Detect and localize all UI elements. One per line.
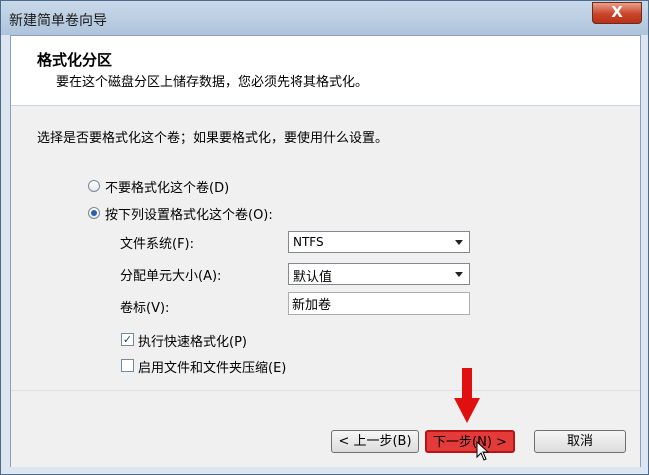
volume-label-input[interactable] [288, 292, 470, 315]
wizard-body: 选择是否要格式化这个卷；如果要格式化，要使用什么设置。 不要格式化这个卷(D) … [11, 106, 640, 390]
mouse-pointer-icon [476, 441, 490, 461]
wizard-content: 格式化分区 要在这个磁盘分区上储存数据，您必须先将其格式化。 选择是否要格式化这… [10, 35, 641, 467]
page-title: 格式化分区 [37, 51, 113, 69]
wizard-window: 新建简单卷向导 X 格式化分区 要在这个磁盘分区上储存数据，您必须先将其格式化。… [0, 0, 649, 475]
allocation-unit-value: 默认值 [293, 270, 333, 285]
close-icon: X [611, 3, 623, 21]
file-system-select[interactable]: NTFS [288, 231, 470, 253]
title-bar: 新建简单卷向导 X [1, 1, 648, 35]
window-title: 新建简单卷向导 [9, 13, 107, 29]
quick-format-checkbox[interactable]: ✓ [121, 333, 134, 346]
page-subtitle: 要在这个磁盘分区上储存数据，您必须先将其格式化。 [56, 75, 369, 90]
format-label[interactable]: 按下列设置格式化这个卷(O): [105, 204, 273, 223]
volume-label-label: 卷标(V): [120, 301, 170, 316]
allocation-unit-select[interactable]: 默认值 [288, 263, 470, 285]
red-arrow-down-icon [454, 368, 480, 423]
no-format-label[interactable]: 不要格式化这个卷(D) [105, 177, 229, 196]
file-system-value: NTFS [293, 235, 324, 249]
allocation-unit-label: 分配单元大小(A): [120, 269, 222, 284]
format-prompt: 选择是否要格式化这个卷；如果要格式化，要使用什么设置。 [37, 131, 389, 146]
chevron-down-icon [455, 272, 463, 277]
wizard-header: 格式化分区 要在这个磁盘分区上储存数据，您必须先将其格式化。 [11, 36, 640, 106]
compress-label[interactable]: 启用文件和文件夹压缩(E) [138, 357, 286, 376]
cancel-button[interactable]: 取消 [534, 430, 626, 453]
compress-checkbox[interactable] [121, 359, 134, 372]
no-format-radio[interactable] [88, 180, 100, 192]
wizard-footer: < 上一步(B) 下一步(N) > 取消 [11, 390, 640, 467]
format-radio[interactable] [88, 207, 100, 219]
chevron-down-icon [455, 240, 463, 245]
close-button[interactable]: X [592, 2, 642, 24]
file-system-label: 文件系统(F): [120, 237, 195, 252]
next-button[interactable]: 下一步(N) > [425, 430, 515, 453]
back-button[interactable]: < 上一步(B) [331, 430, 419, 453]
quick-format-label[interactable]: 执行快速格式化(P) [138, 331, 247, 350]
